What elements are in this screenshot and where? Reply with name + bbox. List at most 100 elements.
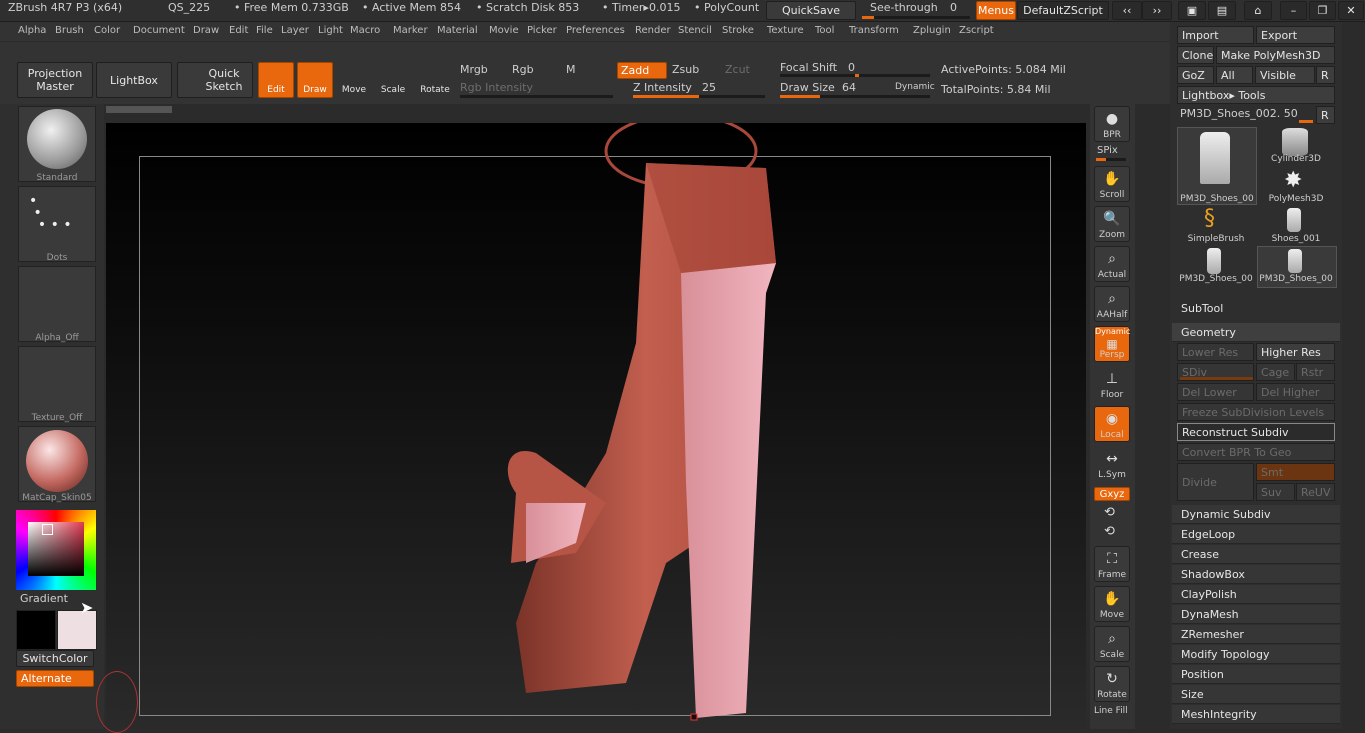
reconstruct-subdiv-button[interactable]: Reconstruct Subdiv [1177,423,1335,441]
gradient-label[interactable]: Gradient [20,592,68,605]
menu-file[interactable]: File [256,25,273,36]
actual-button[interactable]: ⌕ Actual [1094,246,1130,282]
seethrough-label[interactable]: See-through [870,1,938,14]
stroke-tile[interactable]: • • • • • Dots [18,186,96,263]
scale-button[interactable]: Scale [375,62,411,98]
menu-tool[interactable]: Tool [815,25,834,36]
layout-icon-2[interactable]: ▤ [1208,1,1236,20]
rotate-view-button[interactable]: ↻ Rotate [1094,666,1130,702]
import-button[interactable]: Import [1177,26,1254,44]
rgb-toggle[interactable]: Rgb [512,63,534,76]
menu-alpha[interactable]: Alpha [18,25,46,36]
modify-topology-section[interactable]: Modify Topology [1172,645,1340,664]
reuv-toggle[interactable]: ReUV [1296,483,1335,501]
lightbox-button[interactable]: LightBox [96,62,172,98]
cage-button[interactable]: Cage [1256,363,1295,381]
document-canvas[interactable] [96,123,1086,733]
rgb-intensity-label[interactable]: Rgb Intensity [460,81,533,94]
del-higher-button[interactable]: Del Higher [1256,383,1335,401]
menu-color[interactable]: Color [94,25,120,36]
rotate-button[interactable]: Rotate [416,62,454,98]
rstr-button[interactable]: Rstr [1296,363,1335,381]
lsym-button[interactable]: ↔ L.Sym [1094,446,1130,482]
script-button[interactable]: DefaultZScript [1017,1,1109,20]
persp-button[interactable]: Dynamic ▦ Persp [1094,326,1130,362]
zsub-toggle[interactable]: Zsub [672,63,699,76]
z-intensity-label[interactable]: Z Intensity [633,81,692,94]
dynamic-subdiv-section[interactable]: Dynamic Subdiv [1172,505,1340,524]
shadowbox-section[interactable]: ShadowBox [1172,565,1340,584]
tool-slider[interactable] [1299,120,1313,123]
zoom-button[interactable]: 🔍 Zoom [1094,206,1130,242]
z-intensity-slider[interactable] [633,95,765,98]
visible-button[interactable]: Visible [1255,66,1315,84]
edit-button[interactable]: Edit [258,62,294,98]
focal-shift-slider[interactable] [780,74,930,77]
zremesher-section[interactable]: ZRemesher [1172,625,1340,644]
main-color-swatch[interactable] [16,610,56,650]
menu-layer[interactable]: Layer [281,25,309,36]
menu-texture[interactable]: Texture [767,25,804,36]
size-section[interactable]: Size [1172,685,1340,704]
menu-zplugin[interactable]: Zplugin [913,25,951,36]
layout-icon-1[interactable]: ▣ [1178,1,1206,20]
menu-preferences[interactable]: Preferences [566,25,625,36]
current-tool-name[interactable]: PM3D_Shoes_002. 50 [1180,107,1298,120]
goz-r-button[interactable]: R [1316,66,1335,84]
claypolish-section[interactable]: ClayPolish [1172,585,1340,604]
goz-button[interactable]: GoZ [1177,66,1214,84]
simplebrush-icon[interactable]: § [1204,206,1215,231]
clone-button[interactable]: Clone [1177,46,1214,64]
menu-movie[interactable]: Movie [489,25,519,36]
seethrough-slider[interactable] [862,16,970,19]
bpr-button[interactable]: ● BPR [1094,106,1130,142]
arrows-right-icon[interactable]: ›› [1142,1,1172,20]
scale-view-button[interactable]: ⌕ Scale [1094,626,1130,662]
menu-zscript[interactable]: Zscript [959,25,994,36]
draw-size-slider[interactable] [780,95,930,98]
move-button[interactable]: Move [336,62,372,98]
position-section[interactable]: Position [1172,665,1340,684]
draw-button[interactable]: Draw [297,62,333,98]
menu-transform[interactable]: Transform [849,25,899,36]
m-toggle[interactable]: M [566,63,576,76]
frame-button[interactable]: ⛶ Frame [1094,546,1130,582]
menu-light[interactable]: Light [318,25,343,36]
scroll-button[interactable]: ✋ Scroll [1094,166,1130,202]
move-view-button[interactable]: ✋ Move [1094,586,1130,622]
rotate-y-icon[interactable]: ⟲ [1104,505,1115,520]
floor-button[interactable]: ⊥ Floor [1094,366,1130,402]
brush-tile[interactable]: Standard [18,106,96,183]
shoe-thumb-icon-2[interactable] [1207,248,1221,274]
color-square[interactable] [28,522,84,576]
switch-color-button[interactable]: SwitchColor [16,650,94,667]
zcut-toggle[interactable]: Zcut [725,63,750,76]
local-button[interactable]: ◉ Local [1094,406,1130,442]
suv-toggle[interactable]: Suv [1256,483,1295,501]
quicksave-button[interactable]: QuickSave [766,1,856,20]
maximize-icon[interactable]: ❐ [1309,1,1336,20]
menu-marker[interactable]: Marker [393,25,428,36]
arrows-left-icon[interactable]: ‹‹ [1112,1,1142,20]
canvas-scrollbar[interactable] [106,106,172,113]
linefill-label[interactable]: Line Fill [1094,706,1128,716]
alpha-tile[interactable]: Alpha_Off [18,266,96,343]
menu-picker[interactable]: Picker [527,25,557,36]
menu-draw[interactable]: Draw [193,25,219,36]
minimize-icon[interactable]: – [1280,1,1307,20]
menus-button[interactable]: Menus [976,1,1016,20]
higher-res-button[interactable]: Higher Res [1256,343,1335,361]
menu-edit[interactable]: Edit [229,25,248,36]
quick-sketch-button[interactable]: Quick Sketch [177,62,253,98]
smt-toggle[interactable]: Smt [1256,463,1335,481]
rgb-intensity-slider[interactable] [460,95,613,98]
tool-r-button[interactable]: R [1316,106,1335,124]
color-picker[interactable] [16,510,96,590]
convert-bpr-button[interactable]: Convert BPR To Geo [1177,443,1335,461]
shoes-thumb-icon[interactable] [1287,208,1301,232]
crease-section[interactable]: Crease [1172,545,1340,564]
menu-material[interactable]: Material [437,25,478,36]
freeze-subdivision-button[interactable]: Freeze SubDivision Levels [1177,403,1335,421]
menu-document[interactable]: Document [133,25,185,36]
del-lower-button[interactable]: Del Lower [1177,383,1254,401]
